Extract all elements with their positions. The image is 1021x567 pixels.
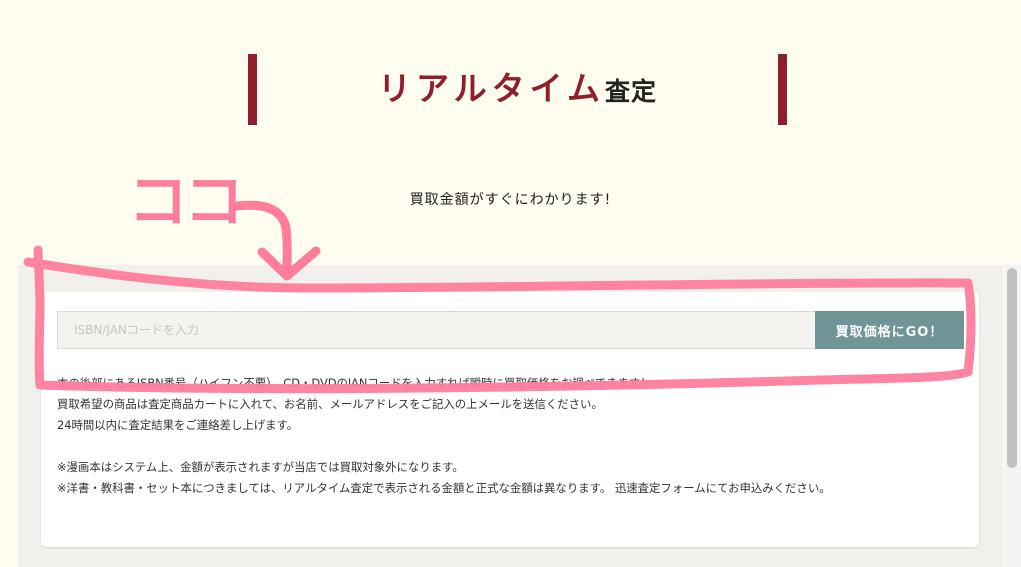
page-title: リアルタイム査定 bbox=[257, 68, 778, 113]
title-bar-left bbox=[248, 54, 257, 125]
go-button[interactable]: 買取価格にGO！ bbox=[815, 311, 964, 349]
title-main: リアルタイム bbox=[377, 69, 605, 108]
instruction-line: 買取希望の商品は査定商品カートに入れて、お名前、メールアドレスをご記入の上メール… bbox=[57, 397, 603, 411]
note-line: ※漫画本はシステム上、金額が表示されますが当店では買取対象外になります。 bbox=[57, 460, 464, 474]
search-form: 買取価格にGO！ bbox=[57, 311, 964, 349]
title-bar-right bbox=[778, 54, 787, 125]
instruction-line: 24時間以内に査定結果をご連絡差し上げます。 bbox=[57, 418, 299, 432]
note-line: ※洋書・教科書・セット本につきましては、リアルタイム査定で表示される金額と正式な… bbox=[57, 481, 831, 495]
annotation-label: ココ bbox=[128, 167, 244, 237]
page: リアルタイム査定 買取金額がすぐにわかります! 買取価格にGO！ 本の後部にある… bbox=[0, 0, 1021, 567]
title-suffix: 査定 bbox=[605, 77, 658, 106]
scrollbar-thumb[interactable] bbox=[1007, 268, 1017, 468]
instruction-line: 本の後部にあるISBN番号（ハイフン不要）、CD・DVDのJANコードを入力すれ… bbox=[57, 376, 652, 390]
isbn-jan-input[interactable] bbox=[57, 311, 815, 349]
instructions: 本の後部にあるISBN番号（ハイフン不要）、CD・DVDのJANコードを入力すれ… bbox=[57, 373, 962, 499]
arrow-shaft bbox=[232, 200, 292, 277]
